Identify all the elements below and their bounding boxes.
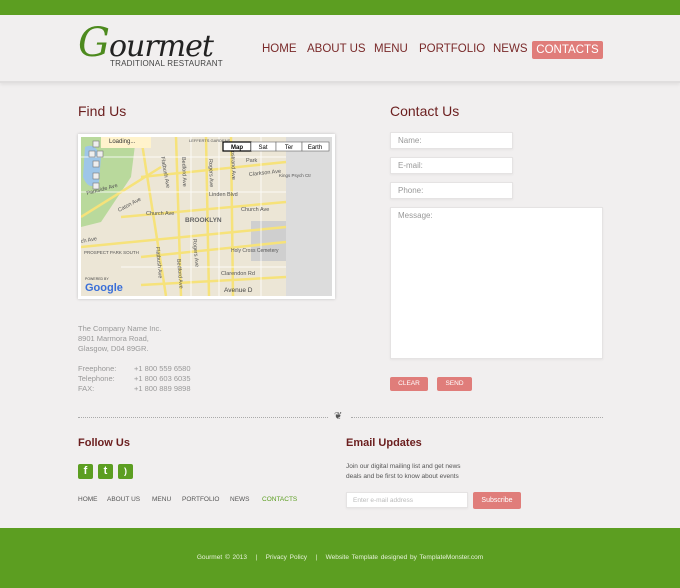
nav-contacts[interactable]: CONTACTS (532, 41, 603, 59)
privacy-policy-link[interactable]: Privacy Policy (266, 554, 307, 561)
email-text-line: Join our digital mailing list and get ne… (346, 463, 461, 470)
map[interactable]: Flatbush Ave Bedford Ave Rogers Ave Nost… (78, 134, 335, 299)
footer-nav-home[interactable]: HOME (78, 496, 98, 503)
street: 8901 Marmora Road, (78, 334, 149, 343)
send-button[interactable]: SEND (437, 377, 472, 391)
phone-label: Telephone: (78, 374, 115, 383)
phone-list: Freephone: +1 800 559 6580 Telephone: +1 8… (78, 364, 191, 394)
map-label: Kings Psych Ctr (279, 173, 312, 178)
email-updates-title: Email Updates (346, 437, 422, 449)
nav-home[interactable]: HOME (262, 43, 297, 55)
email-text-line: deals and be first to know about events (346, 473, 459, 480)
footer-nav-menu[interactable]: MENU (152, 496, 171, 503)
map-label: Clarendon Rd (221, 271, 255, 277)
map-label: Bedford Ave (180, 157, 187, 187)
company-name: The Company Name Inc. (78, 324, 162, 333)
map-type-earth: Earth (308, 145, 322, 151)
map-type-map: Map (231, 145, 243, 151)
message-textarea[interactable]: Message: (390, 207, 603, 359)
newsletter-email-input[interactable]: Enter e-mail address (346, 492, 468, 508)
map-label: Avenue D (224, 287, 253, 294)
divider (78, 417, 328, 418)
phone-label: Freephone: (78, 364, 117, 373)
map-label: Holy Cross Cemetery (231, 248, 279, 254)
map-label: BROOKLYN (185, 217, 222, 224)
copyright: Gourmet © 2013 (196, 554, 248, 561)
phone-value: +1 800 889 9898 (134, 384, 191, 393)
email-input[interactable]: E-mail: (390, 157, 513, 174)
footer-text: Gourmet © 2013 | Privacy Policy | Websit… (0, 554, 680, 561)
template-credit-link[interactable]: Website Template designed by TemplateMon… (326, 554, 484, 561)
map-type-sat: Sat (258, 145, 267, 151)
map-label: Rogers Ave (207, 159, 214, 188)
footer-nav-news[interactable]: NEWS (230, 496, 250, 503)
nav-menu[interactable]: MENU (374, 43, 408, 55)
footer-nav-contacts[interactable]: CONTACTS (262, 496, 297, 503)
subscribe-button[interactable]: Subscribe (473, 492, 521, 509)
divider (351, 417, 603, 418)
city: Glasgow, D04 89GR. (78, 344, 149, 353)
contact-us-title: Contact Us (390, 103, 460, 119)
phone-input[interactable]: Phone: (390, 182, 513, 199)
separator: | (315, 554, 318, 561)
footer-nav-about-us[interactable]: ABOUT US (107, 496, 140, 503)
phone-value: +1 800 603 6035 (134, 374, 191, 383)
tagline: TRADITIONAL RESTAURANT (110, 59, 223, 68)
map-label: Linden Blvd (209, 192, 238, 198)
phone-label: FAX: (78, 384, 95, 393)
name-input[interactable]: Name: (390, 132, 513, 149)
logo-initial: G (78, 20, 110, 66)
map-powered-by: POWERED BY (85, 277, 109, 281)
find-us-title: Find Us (78, 103, 127, 119)
nav-about-us[interactable]: ABOUT US (307, 43, 366, 55)
map-type-ter: Ter (285, 145, 293, 151)
map-type-buttons: Map Sat Ter Earth (222, 141, 330, 152)
nav-news[interactable]: NEWS (493, 43, 528, 55)
follow-us-title: Follow Us (78, 437, 130, 449)
map-label: Nostrand Ave (229, 147, 236, 180)
map-label: Park (246, 158, 258, 164)
map-label: Church Ave (146, 211, 174, 217)
map-loading: Loading... (109, 139, 136, 145)
footer-nav-portfolio[interactable]: PORTFOLIO (182, 496, 219, 503)
map-label: PROSPECT PARK SOUTH (84, 250, 139, 255)
phone-value: +1 800 559 6580 (134, 364, 191, 373)
nav-portfolio[interactable]: PORTFOLIO (419, 43, 485, 55)
email-description: Join our digital mailing list and get ne… (346, 462, 461, 482)
leaf-ornament-icon: ❦ (334, 411, 343, 422)
clear-button[interactable]: CLEAR (390, 377, 428, 391)
separator: | (255, 554, 258, 561)
facebook-icon[interactable]: f (78, 464, 93, 479)
google-logo: Google (85, 282, 123, 294)
company-address: The Company Name Inc. 8901 Marmora Road,… (78, 324, 161, 354)
top-bar (0, 0, 680, 15)
map-label: Church Ave (241, 207, 269, 213)
twitter-icon[interactable]: t (98, 464, 113, 479)
rss-icon[interactable]: ) (118, 464, 133, 479)
